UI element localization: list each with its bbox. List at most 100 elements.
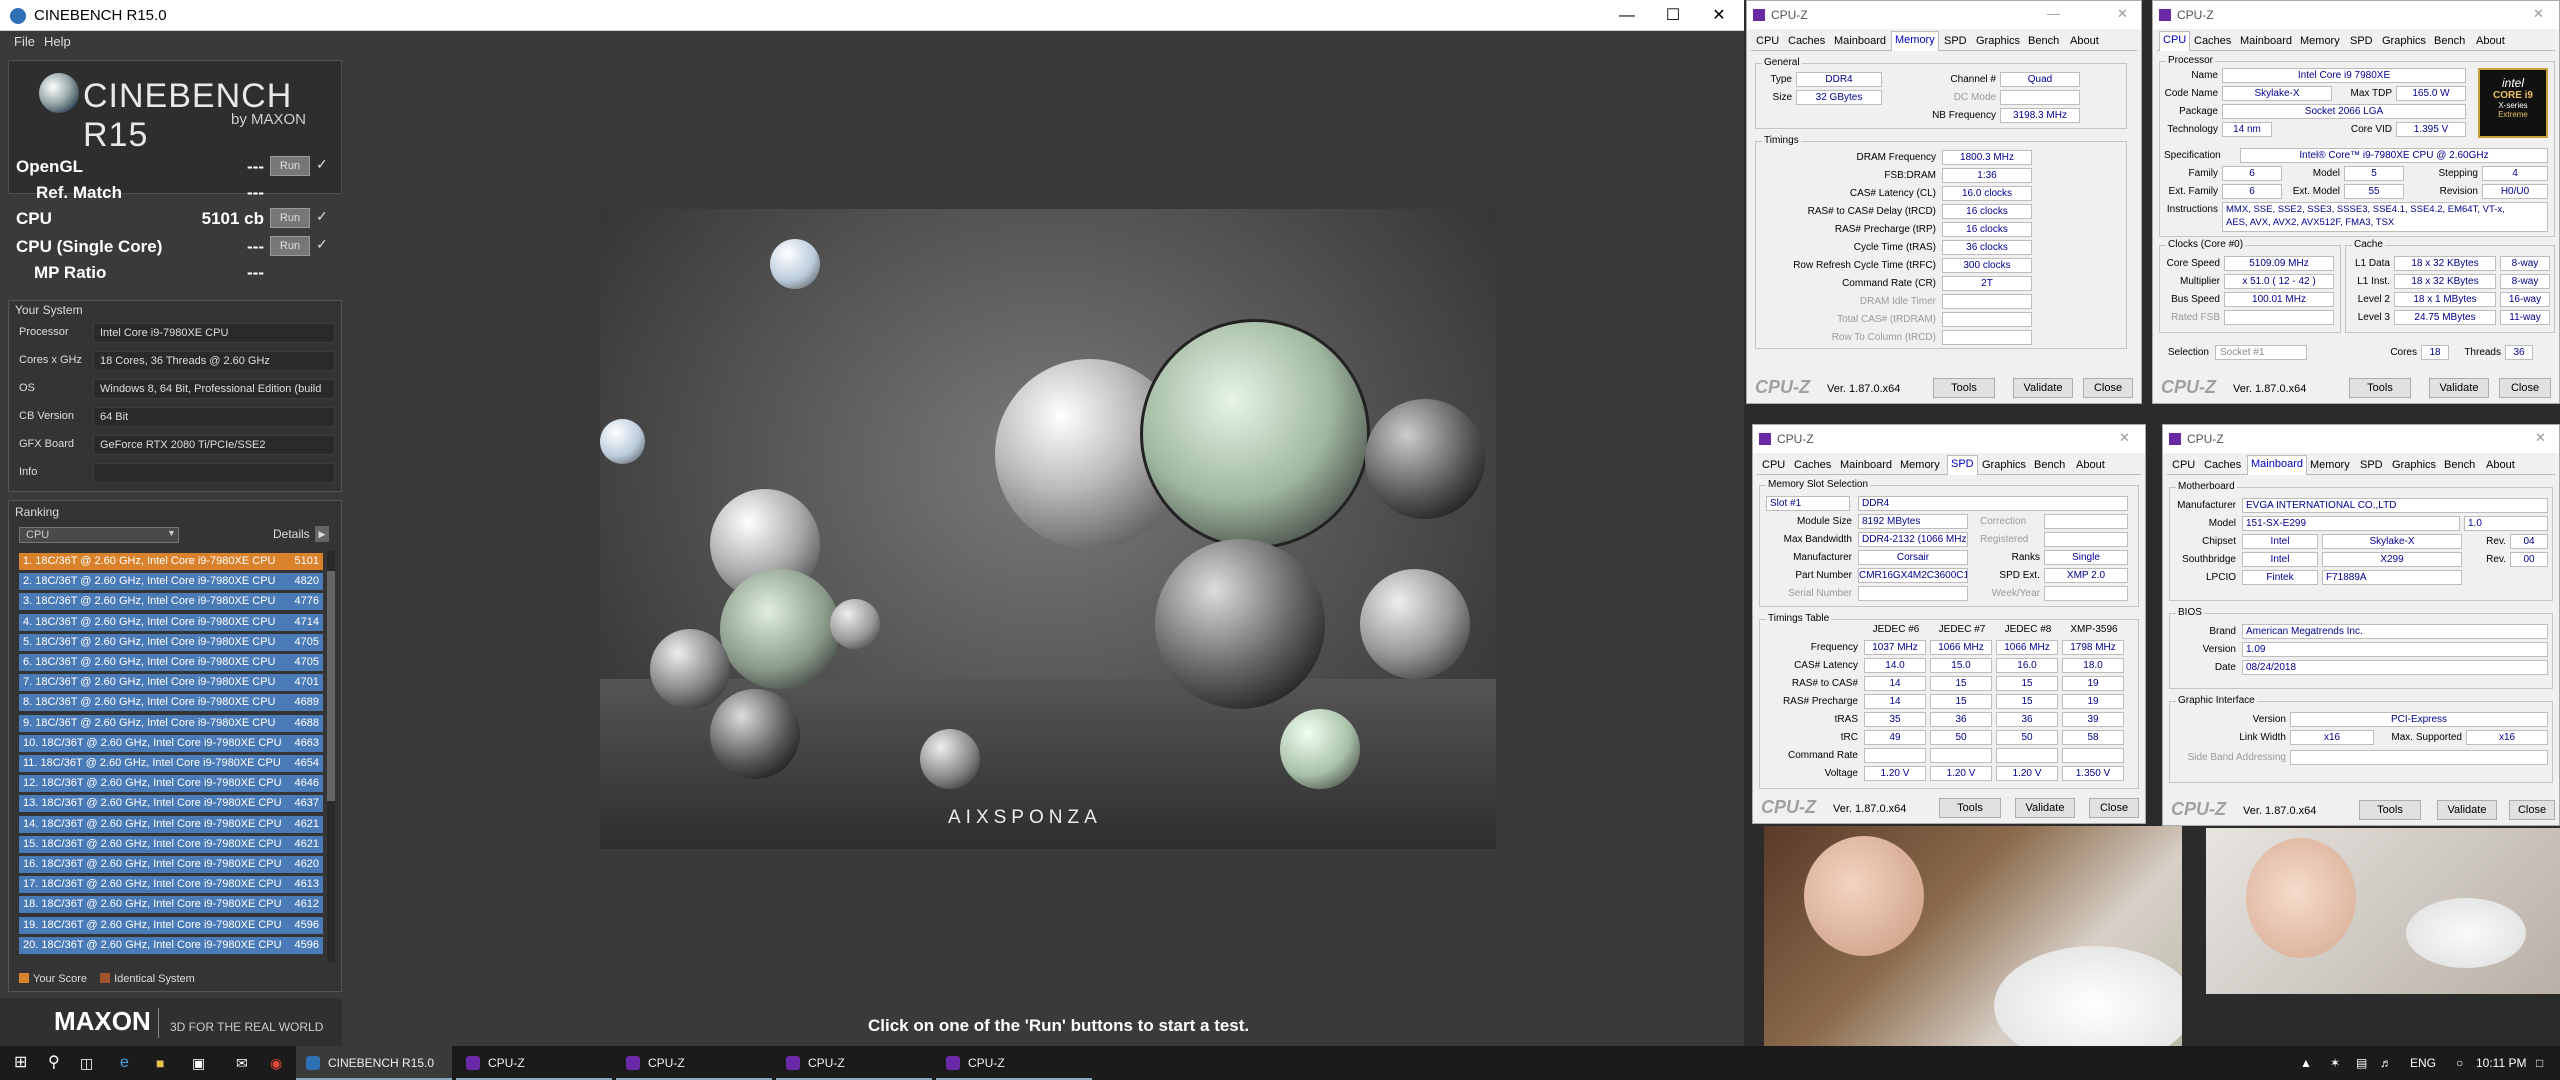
taskbar-app-button[interactable]: CPU-Z (776, 1046, 932, 1080)
ranking-row[interactable]: 17. 18C/36T @ 2.60 GHz, Intel Core i9-79… (19, 876, 323, 894)
taskbar-app-button[interactable]: CINEBENCH R15.0 (296, 1046, 452, 1080)
taskbar-app-button[interactable]: CPU-Z (936, 1046, 1092, 1080)
ranking-row[interactable]: 5. 18C/36T @ 2.60 GHz, Intel Core i9-798… (19, 633, 323, 651)
close-icon[interactable]: ✕ (2533, 6, 2544, 22)
tab-memory[interactable]: Memory (2307, 457, 2353, 474)
opengl-checkbox[interactable]: ✓ (316, 156, 328, 173)
ranking-row[interactable]: 1. 18C/36T @ 2.60 GHz, Intel Core i9-798… (19, 553, 323, 570)
tab-bench[interactable]: Bench (2031, 457, 2068, 474)
edge-icon[interactable]: e (120, 1046, 129, 1080)
ranking-row[interactable]: 11. 18C/36T @ 2.60 GHz, Intel Core i9-79… (19, 755, 323, 772)
details-label[interactable]: Details (273, 527, 310, 541)
tools-button[interactable]: Tools (1933, 378, 1995, 398)
mail-icon[interactable]: ✉ (236, 1046, 248, 1080)
tab-cpu[interactable]: CPU (2169, 457, 2198, 474)
task-view-icon[interactable]: ◫ (80, 1046, 93, 1080)
close-button[interactable]: Close (2083, 378, 2133, 398)
ranking-row[interactable]: 3. 18C/36T @ 2.60 GHz, Intel Core i9-798… (19, 593, 323, 611)
notification-area-icons[interactable]: ▲ (2300, 1046, 2312, 1080)
tab-about[interactable]: About (2473, 33, 2508, 50)
tab-memory[interactable]: Memory (1891, 31, 1939, 51)
tab-spd[interactable]: SPD (2347, 33, 2376, 50)
tab-mainboard[interactable]: Mainboard (1837, 457, 1895, 474)
run-cpu-button[interactable]: Run (270, 208, 310, 228)
taskbar-app-button[interactable]: CPU-Z (616, 1046, 772, 1080)
taskbar-app-button[interactable]: CPU-Z (456, 1046, 612, 1080)
minimize-icon[interactable]: — (1604, 0, 1650, 31)
tab-about[interactable]: About (2073, 457, 2108, 474)
ranking-row[interactable]: 8. 18C/36T @ 2.60 GHz, Intel Core i9-798… (19, 694, 323, 712)
close-icon[interactable]: ✕ (1696, 0, 1742, 31)
tools-button[interactable]: Tools (2349, 378, 2411, 398)
tab-about[interactable]: About (2483, 457, 2518, 474)
tab-bench[interactable]: Bench (2025, 33, 2062, 50)
validate-button[interactable]: Validate (2015, 798, 2075, 818)
tools-button[interactable]: Tools (1939, 798, 2001, 818)
ranking-row[interactable]: 6. 18C/36T @ 2.60 GHz, Intel Core i9-798… (19, 654, 323, 671)
tab-caches[interactable]: Caches (2191, 33, 2234, 50)
ranking-row[interactable]: 19. 18C/36T @ 2.60 GHz, Intel Core i9-79… (19, 916, 323, 934)
wifi-icon[interactable]: ○ (2456, 1046, 2463, 1080)
socket-select[interactable]: Socket #1 (2215, 345, 2307, 360)
scroll-thumb[interactable] (327, 571, 335, 801)
cpu-single-checkbox[interactable]: ✓ (316, 236, 328, 253)
tab-memory[interactable]: Memory (2297, 33, 2343, 50)
ranking-row[interactable]: 9. 18C/36T @ 2.60 GHz, Intel Core i9-798… (19, 714, 323, 732)
tab-cpu[interactable]: CPU (1753, 33, 1782, 50)
maximize-icon[interactable]: ☐ (1650, 0, 1696, 31)
chrome-icon[interactable]: ◉ (270, 1046, 282, 1080)
slot-select[interactable]: Slot #1 (1766, 496, 1850, 511)
tab-cpu[interactable]: CPU (2159, 31, 2191, 51)
tab-graphics[interactable]: Graphics (2389, 457, 2439, 474)
ranking-row[interactable]: 14. 18C/36T @ 2.60 GHz, Intel Core i9-79… (19, 815, 323, 833)
tab-caches[interactable]: Caches (2201, 457, 2244, 474)
file-explorer-icon[interactable]: ■ (156, 1046, 164, 1080)
bluetooth-icon[interactable]: ✶ (2330, 1046, 2340, 1080)
run-cpu-single-button[interactable]: Run (270, 236, 310, 256)
tab-mainboard[interactable]: Mainboard (2237, 33, 2295, 50)
ranking-row[interactable]: 13. 18C/36T @ 2.60 GHz, Intel Core i9-79… (19, 795, 323, 813)
ranking-row[interactable]: 15. 18C/36T @ 2.60 GHz, Intel Core i9-79… (19, 835, 323, 853)
tab-caches[interactable]: Caches (1785, 33, 1828, 50)
tab-graphics[interactable]: Graphics (1973, 33, 2023, 50)
close-icon[interactable]: ✕ (2119, 430, 2130, 446)
ranking-row[interactable]: 4. 18C/36T @ 2.60 GHz, Intel Core i9-798… (19, 613, 323, 631)
clock[interactable]: 10:11 PM (2476, 1046, 2526, 1080)
close-button[interactable]: Close (2089, 798, 2139, 818)
ranking-row[interactable]: 20. 18C/36T @ 2.60 GHz, Intel Core i9-79… (19, 936, 323, 954)
ranking-row[interactable]: 2. 18C/36T @ 2.60 GHz, Intel Core i9-798… (19, 573, 323, 591)
close-button[interactable]: Close (2499, 378, 2551, 398)
menu-help[interactable]: Help (44, 31, 71, 53)
tab-bench[interactable]: Bench (2431, 33, 2468, 50)
windows-start-icon[interactable]: ⊞ (14, 1046, 27, 1080)
ranking-select[interactable]: CPU (19, 527, 179, 543)
validate-button[interactable]: Validate (2013, 378, 2073, 398)
validate-button[interactable]: Validate (2429, 378, 2489, 398)
tab-mainboard[interactable]: Mainboard (2247, 455, 2307, 475)
language-indicator[interactable]: ENG (2410, 1046, 2436, 1080)
ranking-row[interactable]: 12. 18C/36T @ 2.60 GHz, Intel Core i9-79… (19, 775, 323, 793)
tab-caches[interactable]: Caches (1791, 457, 1834, 474)
tab-cpu[interactable]: CPU (1759, 457, 1788, 474)
store-icon[interactable]: ▣ (192, 1046, 205, 1080)
info-input[interactable] (93, 463, 335, 483)
tab-graphics[interactable]: Graphics (2379, 33, 2429, 50)
menu-file[interactable]: File (14, 31, 35, 53)
validate-button[interactable]: Validate (2437, 800, 2497, 820)
tab-mainboard[interactable]: Mainboard (1831, 33, 1889, 50)
tab-memory[interactable]: Memory (1897, 457, 1943, 474)
search-icon[interactable]: ⚲ (48, 1046, 60, 1080)
tab-about[interactable]: About (2067, 33, 2102, 50)
details-arrow-icon[interactable]: ▶ (315, 526, 329, 542)
action-center-icon[interactable]: □ (2536, 1046, 2543, 1080)
ranking-row[interactable]: 18. 18C/36T @ 2.60 GHz, Intel Core i9-79… (19, 896, 323, 914)
tools-button[interactable]: Tools (2359, 800, 2421, 820)
tab-spd[interactable]: SPD (1947, 455, 1978, 475)
tab-bench[interactable]: Bench (2441, 457, 2478, 474)
cpu-checkbox[interactable]: ✓ (316, 208, 328, 225)
tab-graphics[interactable]: Graphics (1979, 457, 2029, 474)
tab-spd[interactable]: SPD (2357, 457, 2386, 474)
close-button[interactable]: Close (2509, 800, 2555, 820)
tab-spd[interactable]: SPD (1941, 33, 1970, 50)
network-icon[interactable]: ▤ (2356, 1046, 2367, 1080)
